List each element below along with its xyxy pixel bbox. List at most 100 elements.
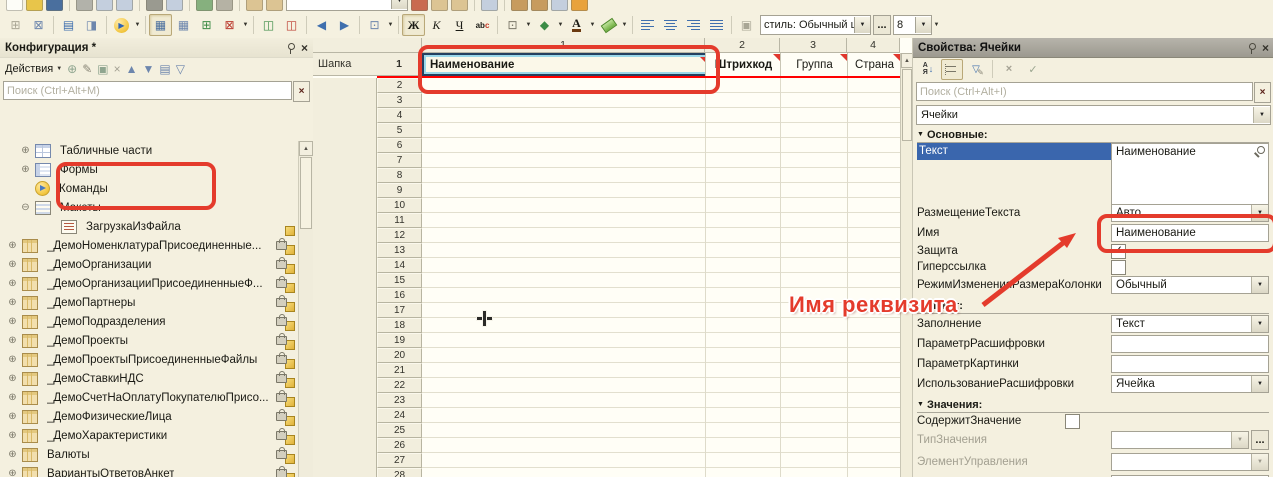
zoom-out-icon[interactable]	[451, 0, 468, 11]
prop-picture-parameter-field[interactable]	[1111, 355, 1269, 373]
move-up-icon[interactable]: ▲	[126, 63, 138, 75]
find-icon[interactable]	[246, 0, 263, 11]
chevron-down-icon[interactable]: ▼	[932, 15, 941, 35]
prop-details-parameter-field[interactable]	[1111, 335, 1269, 353]
tree-item[interactable]: ⊕_ДемоХарактеристики	[0, 426, 299, 445]
property-label[interactable]: ИспользованиеРасшифровки	[917, 376, 1111, 393]
close-icon[interactable]: ×	[1262, 42, 1269, 54]
row-header[interactable]: 21	[377, 363, 422, 378]
row-header[interactable]: 8	[377, 168, 422, 183]
close-icon[interactable]: ×	[301, 42, 308, 54]
row-header[interactable]: 3	[377, 93, 422, 108]
show-sections-icon[interactable]: ▦	[149, 14, 172, 36]
property-label[interactable]: Имя	[917, 225, 1111, 242]
add-icon[interactable]: ⊕	[67, 63, 77, 75]
list-icon[interactable]: ▤	[159, 63, 170, 75]
row-header[interactable]: 17	[377, 303, 422, 318]
chevron-down-icon[interactable]: ▼	[588, 15, 597, 35]
expand-icon[interactable]: ⊖	[19, 202, 32, 213]
paste-icon[interactable]	[116, 0, 133, 11]
align-left-icon[interactable]	[636, 14, 659, 36]
split-cells-icon[interactable]: ◫	[280, 14, 303, 36]
property-label[interactable]: Заполнение	[917, 316, 1111, 333]
expand-icon[interactable]: ⊕	[6, 411, 19, 422]
expand-icon[interactable]: ⊕	[6, 373, 19, 384]
section-cell[interactable]: Шапка	[313, 53, 382, 76]
chevron-down-icon[interactable]: ▼	[1251, 316, 1268, 332]
scroll-up-icon[interactable]: ▲	[901, 53, 912, 68]
expand-icon[interactable]: ⊕	[19, 145, 32, 156]
row-header[interactable]: 23	[377, 393, 422, 408]
redo-icon[interactable]	[216, 0, 233, 11]
row-header[interactable]: 27	[377, 453, 422, 468]
scroll-up-icon[interactable]: ▲	[299, 141, 313, 156]
row-header[interactable]: 4	[377, 108, 422, 123]
column-header[interactable]: 4	[847, 38, 900, 53]
move-column-left-icon[interactable]: ◀	[310, 14, 333, 36]
prop-fill-field[interactable]: Текст▼	[1111, 315, 1269, 333]
cell-name-icon[interactable]: ⊡	[363, 14, 386, 36]
expand-icon[interactable]: ⊕	[6, 449, 19, 460]
row-header[interactable]: 20	[377, 348, 422, 363]
cut-icon[interactable]	[76, 0, 93, 11]
row-header[interactable]: 19	[377, 333, 422, 348]
row-header[interactable]: 9	[377, 183, 422, 198]
bold-button[interactable]: Ж	[402, 14, 425, 36]
tree-item[interactable]: ⊕_ДемоПартнеры	[0, 293, 299, 312]
apply-icon[interactable]: ✓	[1022, 59, 1044, 80]
tree-item[interactable]: ⊕_ДемоПодразделения	[0, 312, 299, 331]
tree-item[interactable]: ЗагрузкаИзФайла	[0, 217, 299, 236]
row-header[interactable]: 10	[377, 198, 422, 213]
align-center-icon[interactable]	[659, 14, 682, 36]
tree-item[interactable]: ⊕Табличные части	[0, 141, 299, 160]
tree-item[interactable]: ⊕_ДемоОрганизации	[0, 255, 299, 274]
expand-icon[interactable]: ⊕	[6, 335, 19, 346]
sort-alphabetical-icon[interactable]: АЯ↓	[917, 59, 939, 80]
prop-details-use-field[interactable]: Ячейка▼	[1111, 375, 1269, 393]
data-source-icon[interactable]: ▤	[57, 14, 80, 36]
chevron-down-icon[interactable]: ▼	[391, 0, 407, 9]
row-header[interactable]: 5	[377, 123, 422, 138]
prop-value-type-field[interactable]: ▼	[1111, 431, 1249, 449]
expand-icon[interactable]: ⊕	[6, 316, 19, 327]
property-label[interactable]: ПараметрКартинки	[917, 356, 1111, 373]
property-label[interactable]: Защита	[917, 243, 1111, 260]
merge-center-icon[interactable]: ▣	[735, 14, 758, 36]
user-question-icon[interactable]	[511, 0, 528, 11]
chevron-down-icon[interactable]: ▼	[1253, 107, 1270, 123]
borders-icon[interactable]: ⊡	[501, 14, 524, 36]
scrollbar-thumb[interactable]	[300, 157, 312, 229]
actions-menu-button[interactable]: Действия ▼	[5, 63, 62, 75]
property-label[interactable]: ТипЗначения	[917, 432, 1111, 449]
scrollbar-thumb[interactable]	[902, 69, 912, 141]
property-label[interactable]: ПараметрРасшифровки	[917, 336, 1111, 353]
align-justify-icon[interactable]	[705, 14, 728, 36]
tree-search-input[interactable]	[3, 81, 292, 100]
size-combo[interactable]: 8▼	[893, 15, 932, 35]
row-header[interactable]: 24	[377, 408, 422, 423]
chevron-down-icon[interactable]: ▼	[556, 15, 565, 35]
run-icon[interactable]: ▶	[110, 14, 133, 36]
expand-icon[interactable]: ⊕	[6, 240, 19, 251]
cell[interactable]: Страна	[847, 53, 901, 76]
close-editor-icon[interactable]: ⊠	[27, 14, 50, 36]
delete-rows-icon[interactable]: ⊠	[218, 14, 241, 36]
find-next-icon[interactable]	[266, 0, 283, 11]
row-header[interactable]: 1	[377, 53, 422, 76]
expand-icon[interactable]: ⊕	[6, 392, 19, 403]
underline-button[interactable]: Ч	[448, 14, 471, 36]
zoom-in-icon[interactable]	[431, 0, 448, 11]
pin-icon[interactable]	[1247, 42, 1256, 54]
column-header[interactable]: 3	[780, 38, 847, 53]
style-combo[interactable]: стиль: Обычный шр▼	[760, 15, 871, 35]
tree-item[interactable]: ⊕ВариантыОтветовАнкет	[0, 464, 299, 477]
clear-search-icon[interactable]: ×	[293, 81, 310, 102]
hyperlink-checkbox[interactable]	[1111, 260, 1126, 275]
tree-item[interactable]: ⊕_ДемоОрганизацииПрисоединенныеФ...	[0, 274, 299, 293]
property-label[interactable]: Гиперссылка	[917, 259, 1111, 276]
expand-icon[interactable]: ⊕	[6, 430, 19, 441]
row-header[interactable]: 16	[377, 288, 422, 303]
copy-icon[interactable]: ▣	[97, 63, 108, 75]
undo-icon[interactable]	[196, 0, 213, 11]
filter-icon[interactable]: ▽	[176, 63, 185, 75]
